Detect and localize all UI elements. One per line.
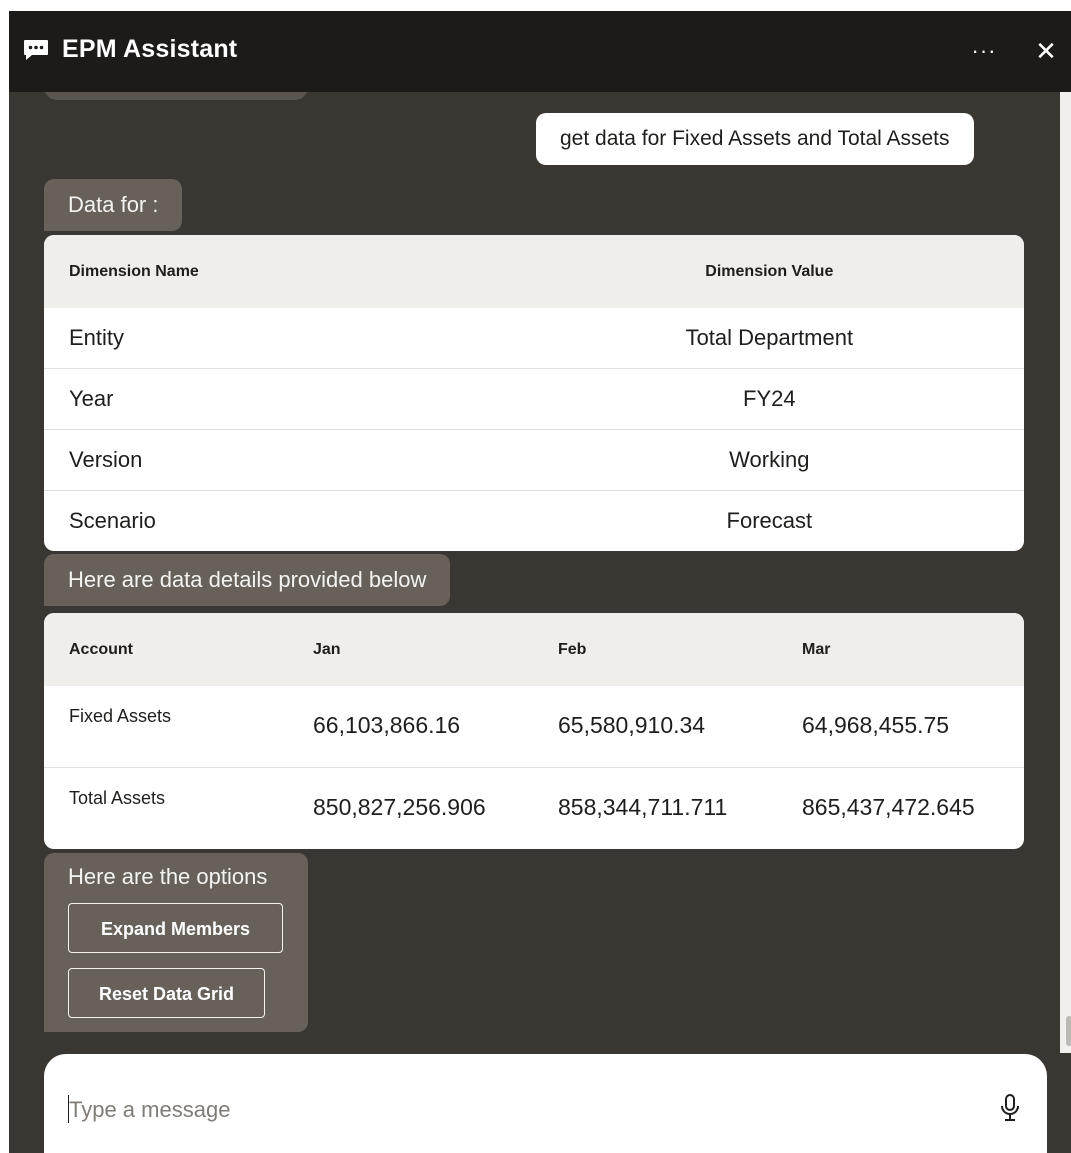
column-header: Jan — [288, 613, 533, 686]
dimensions-intro-bubble: Data for : — [44, 179, 183, 231]
dimension-name-cell: Entity — [69, 325, 125, 350]
data-table: Account Jan Feb Mar Fixed Assets 66,103,… — [44, 613, 1024, 849]
expand-members-button[interactable]: Expand Members — [68, 903, 283, 953]
assistant-header: EPM Assistant ··· ✕ — [9, 11, 1071, 92]
dimension-value-cell: Total Department — [685, 325, 854, 350]
microphone-icon[interactable] — [999, 1093, 1021, 1123]
column-header: Dimension Value — [514, 235, 1024, 308]
value-cell: 65,580,910.34 — [558, 712, 706, 738]
typing-indicator: • • • — [46, 1049, 105, 1053]
account-cell: Total Assets — [44, 767, 288, 849]
value-cell: 850,827,256.906 — [288, 767, 533, 849]
reset-data-grid-button[interactable]: Reset Data Grid — [68, 968, 265, 1018]
dimension-value-cell: Forecast — [514, 490, 1024, 551]
dimensions-table-card: Dimension Name Dimension Value Entity To… — [44, 235, 1024, 551]
value-cell: 66,103,866.16 — [313, 712, 461, 738]
table-row: Entity Total Department — [44, 308, 1024, 369]
options-bubble: Here are the options Expand Members Rese… — [44, 853, 308, 1032]
options-title: Here are the options — [68, 864, 268, 889]
account-cell: Fixed Assets — [69, 706, 172, 726]
dimension-value-cell: FY24 — [514, 368, 1024, 430]
message-input[interactable] — [67, 1090, 971, 1130]
dimension-name-cell: Year — [44, 368, 515, 430]
text-caret — [68, 1095, 69, 1123]
column-header: Account — [44, 613, 288, 686]
data-intro-bubble: Here are data details provided below — [44, 554, 451, 606]
close-button[interactable]: ✕ — [1028, 33, 1064, 69]
table-row: Version Working — [44, 429, 1024, 491]
scrollbar-thumb[interactable] — [1066, 1016, 1071, 1046]
previous-message-bubble — [44, 92, 308, 100]
value-cell: 858,344,711.711 — [533, 767, 777, 849]
value-cell: 64,968,455.75 — [802, 712, 950, 738]
data-table-card: Account Jan Feb Mar Fixed Assets 66,103,… — [44, 613, 1024, 849]
dimensions-table: Dimension Name Dimension Value Entity To… — [44, 235, 1024, 551]
dimension-name-cell: Scenario — [44, 490, 515, 551]
conversation-area[interactable]: get data for Fixed Assets and Total Asse… — [9, 92, 1060, 1053]
column-header: Dimension Name — [44, 235, 515, 308]
more-options-button[interactable]: ··· — [964, 33, 1004, 69]
assistant-window: EPM Assistant ··· ✕ get data for Fixed A… — [9, 11, 1071, 1153]
message-composer — [44, 1054, 1047, 1153]
dimension-value-cell: Working — [514, 429, 1024, 491]
table-row: Fixed Assets 66,103,866.16 65,580,910.34… — [44, 686, 1024, 768]
value-cell: 865,437,472.645 — [777, 767, 1024, 849]
table-row: Total Assets 850,827,256.906 858,344,711… — [44, 767, 1024, 849]
column-header: Feb — [533, 613, 777, 686]
table-row: Scenario Forecast — [44, 490, 1024, 551]
dimension-name-cell: Version — [44, 429, 515, 491]
assistant-title: EPM Assistant — [62, 35, 238, 63]
user-message-bubble: get data for Fixed Assets and Total Asse… — [536, 113, 974, 165]
chat-bubble-icon — [24, 40, 48, 60]
column-header: Mar — [777, 613, 1024, 686]
conversation-scrollbar[interactable] — [1060, 92, 1071, 1053]
table-row: Year FY24 — [44, 368, 1024, 430]
